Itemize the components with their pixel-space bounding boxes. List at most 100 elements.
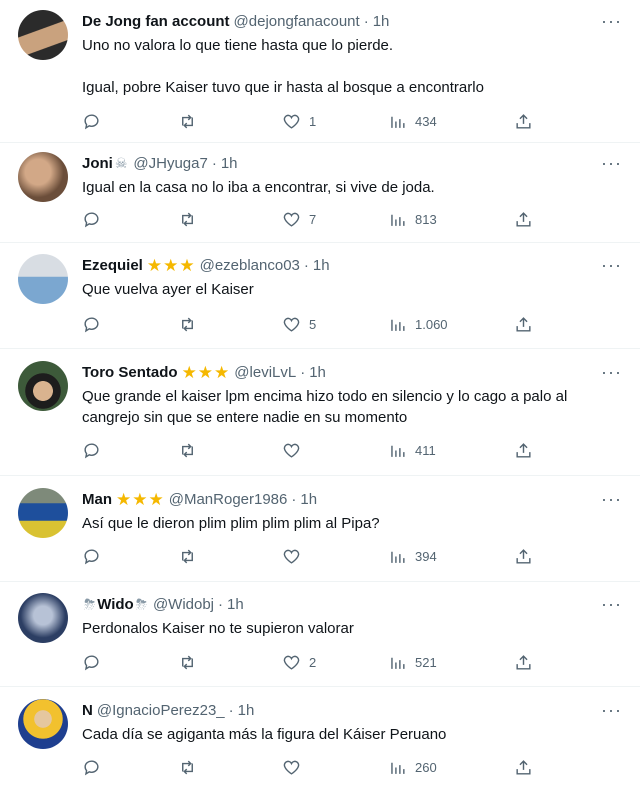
heart-icon bbox=[283, 760, 300, 775]
retweet-icon bbox=[182, 443, 193, 458]
author-handle[interactable]: @ezeblanco03 bbox=[200, 257, 300, 274]
reply-button[interactable] bbox=[82, 653, 101, 672]
timestamp[interactable]: 1h bbox=[313, 257, 330, 274]
timestamp[interactable]: 1h bbox=[309, 364, 326, 381]
more-options-icon[interactable]: ··· bbox=[601, 154, 622, 172]
share-button[interactable] bbox=[514, 441, 533, 460]
share-button[interactable] bbox=[514, 315, 533, 334]
views-button[interactable]: 434 bbox=[388, 112, 437, 131]
author-name[interactable]: Joni bbox=[82, 155, 113, 172]
retweet-icon bbox=[182, 317, 193, 332]
like-button[interactable] bbox=[282, 547, 309, 566]
tweet-text: Perdonalos Kaiser no te supieron valorar bbox=[82, 620, 354, 637]
like-count: 5 bbox=[309, 317, 317, 332]
heart-icon bbox=[283, 549, 300, 564]
views-button[interactable]: 1.060 bbox=[388, 315, 448, 334]
more-options-icon[interactable]: ··· bbox=[601, 12, 622, 30]
views-button[interactable]: 813 bbox=[388, 210, 437, 229]
like-count: 2 bbox=[309, 655, 317, 670]
author-name[interactable]: De Jong fan account bbox=[82, 13, 230, 30]
author-handle[interactable]: @IgnacioPerez23_ bbox=[97, 702, 225, 719]
tweet[interactable]: Man ★★★ @ManRoger1986 · 1h Así que le di… bbox=[0, 476, 640, 582]
share-button[interactable] bbox=[514, 653, 533, 672]
more-options-icon[interactable]: ··· bbox=[601, 256, 622, 274]
heart-icon bbox=[283, 114, 300, 129]
tweet-text: Que vuelva ayer el Kaiser bbox=[82, 281, 254, 298]
avatar[interactable] bbox=[18, 361, 68, 411]
reply-button[interactable] bbox=[82, 315, 101, 334]
author-handle[interactable]: @ManRoger1986 bbox=[169, 491, 288, 508]
author-handle[interactable]: @JHyuga7 bbox=[133, 155, 207, 172]
like-button[interactable]: 7 bbox=[282, 210, 316, 229]
retweet-button[interactable] bbox=[178, 112, 197, 131]
author-name[interactable]: Man bbox=[82, 491, 112, 508]
avatar[interactable] bbox=[18, 488, 68, 538]
like-button[interactable] bbox=[282, 758, 309, 777]
tweet[interactable]: ⛈ Wido ⛈ @Widobj · 1h Perdonalos Kaiser … bbox=[0, 582, 640, 687]
like-button[interactable]: 5 bbox=[282, 315, 316, 334]
avatar[interactable] bbox=[18, 10, 68, 60]
reply-button[interactable] bbox=[82, 547, 101, 566]
share-button[interactable] bbox=[514, 547, 533, 566]
separator: · bbox=[211, 154, 217, 172]
tweet[interactable]: N @IgnacioPerez23_ · 1h Cada día se agig… bbox=[0, 687, 640, 787]
analytics-icon bbox=[391, 319, 405, 331]
timestamp[interactable]: 1h bbox=[227, 596, 244, 613]
retweet-button[interactable] bbox=[178, 653, 197, 672]
tweet[interactable]: De Jong fan account @dejongfanacount · 1… bbox=[0, 0, 640, 143]
tweet[interactable]: Joni ☠ @JHyuga7 · 1h Igual en la casa no… bbox=[0, 143, 640, 243]
tweet-text: Así que le dieron plim plim plim plim al… bbox=[82, 515, 380, 532]
analytics-icon bbox=[391, 214, 405, 226]
avatar[interactable] bbox=[18, 254, 68, 304]
author-name[interactable]: Toro Sentado bbox=[82, 364, 178, 381]
timestamp[interactable]: 1h bbox=[221, 155, 238, 172]
heart-icon bbox=[283, 443, 300, 458]
retweet-button[interactable] bbox=[178, 315, 197, 334]
avatar[interactable] bbox=[18, 152, 68, 202]
avatar[interactable] bbox=[18, 699, 68, 749]
share-button[interactable] bbox=[514, 112, 533, 131]
like-count: 7 bbox=[309, 212, 317, 227]
timestamp[interactable]: 1h bbox=[373, 13, 390, 30]
tweet[interactable]: Ezequiel ★★★ @ezeblanco03 · 1h Que vuelv… bbox=[0, 243, 640, 349]
timestamp[interactable]: 1h bbox=[238, 702, 255, 719]
author-handle[interactable]: @leviLvL bbox=[234, 364, 296, 381]
author-handle[interactable]: @Widobj bbox=[153, 596, 214, 613]
more-options-icon[interactable]: ··· bbox=[601, 595, 622, 613]
like-button[interactable] bbox=[282, 441, 309, 460]
reply-icon bbox=[84, 655, 99, 671]
share-icon bbox=[516, 760, 531, 775]
star-badges: ★★★ bbox=[116, 489, 165, 509]
share-button[interactable] bbox=[514, 210, 533, 229]
views-button[interactable]: 521 bbox=[388, 653, 437, 672]
more-options-icon[interactable]: ··· bbox=[601, 363, 622, 381]
author-name[interactable]: Wido bbox=[97, 596, 134, 613]
share-button[interactable] bbox=[514, 758, 533, 777]
retweet-button[interactable] bbox=[178, 758, 197, 777]
author-name[interactable]: Ezequiel bbox=[82, 257, 143, 274]
share-icon bbox=[516, 655, 531, 670]
reply-button[interactable] bbox=[82, 210, 101, 229]
views-button[interactable]: 411 bbox=[388, 441, 436, 460]
retweet-button[interactable] bbox=[178, 547, 197, 566]
more-options-icon[interactable]: ··· bbox=[601, 701, 622, 719]
author-handle[interactable]: @dejongfanacount bbox=[234, 13, 360, 30]
author-name[interactable]: N bbox=[82, 702, 93, 719]
separator: · bbox=[300, 363, 306, 381]
like-button[interactable]: 1 bbox=[282, 112, 316, 131]
retweet-button[interactable] bbox=[178, 210, 197, 229]
timestamp[interactable]: 1h bbox=[300, 491, 317, 508]
avatar[interactable] bbox=[18, 593, 68, 643]
like-count: 1 bbox=[309, 114, 317, 129]
reply-button[interactable] bbox=[82, 441, 101, 460]
more-options-icon[interactable]: ··· bbox=[601, 490, 622, 508]
like-button[interactable]: 2 bbox=[282, 653, 316, 672]
reply-icon bbox=[84, 317, 99, 333]
reply-button[interactable] bbox=[82, 112, 101, 131]
views-button[interactable]: 394 bbox=[388, 547, 437, 566]
views-button[interactable]: 260 bbox=[388, 758, 437, 777]
reply-button[interactable] bbox=[82, 758, 101, 777]
storm-cloud-icon: ⛈ bbox=[135, 595, 147, 612]
tweet[interactable]: Toro Sentado ★★★ @leviLvL · 1h Que grand… bbox=[0, 349, 640, 476]
retweet-button[interactable] bbox=[178, 441, 197, 460]
